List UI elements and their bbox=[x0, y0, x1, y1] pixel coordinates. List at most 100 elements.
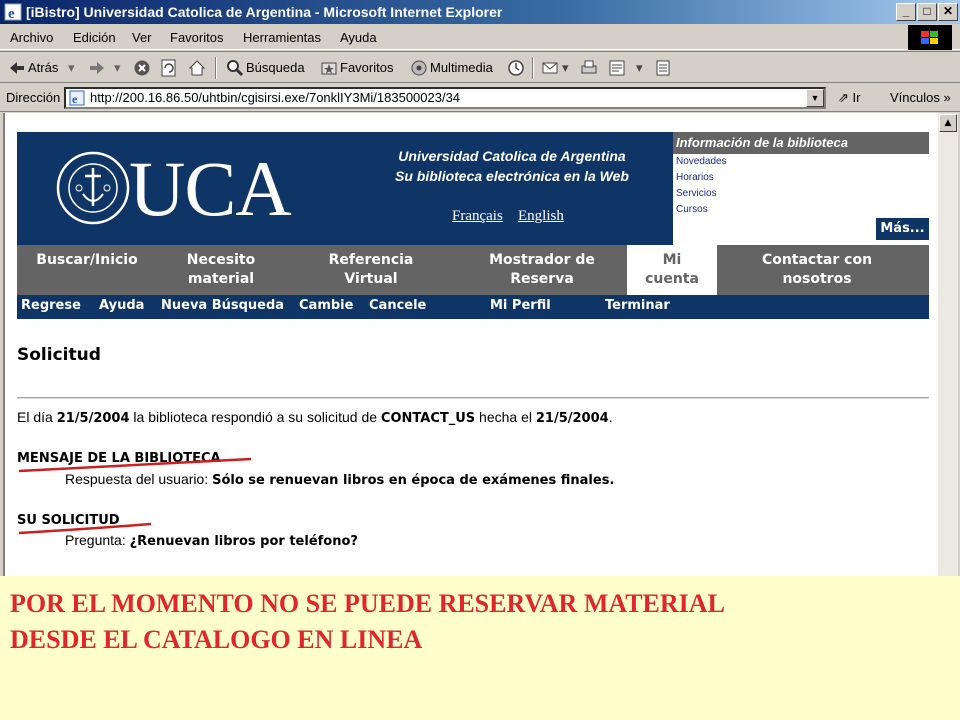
request-date: 21/5/2004 bbox=[535, 411, 609, 426]
stop-icon[interactable] bbox=[133, 59, 151, 77]
menu-ver[interactable]: Ver bbox=[132, 30, 152, 45]
window-title: [iBistro] Universidad Catolica de Argent… bbox=[26, 4, 503, 20]
text-fragment: . bbox=[608, 409, 613, 425]
discuss-icon[interactable] bbox=[654, 59, 672, 77]
back-arrow-icon[interactable] bbox=[8, 59, 26, 77]
refresh-icon[interactable] bbox=[160, 59, 178, 77]
toolbar: Atrás ▾ ▾ Búsqueda Favoritos Multimedia … bbox=[0, 51, 960, 83]
links-button[interactable]: Vínculos » bbox=[890, 90, 951, 105]
note-line: DESDE EL CATALOGO EN LINEA bbox=[10, 625, 423, 654]
response-summary: El día 21/5/2004 la biblioteca respondió… bbox=[17, 409, 613, 426]
menu-favoritos[interactable]: Favoritos bbox=[170, 30, 223, 45]
nav-necesito-material[interactable]: Necesito material bbox=[157, 245, 285, 295]
nav-label: Mostrador de bbox=[489, 252, 595, 268]
minimize-button[interactable]: _ bbox=[896, 3, 916, 21]
edit-dropdown-icon[interactable]: ▾ bbox=[636, 60, 643, 76]
subnav-cambie[interactable]: Cambie bbox=[299, 298, 353, 313]
main-nav: Buscar/Inicio Necesito material Referenci… bbox=[17, 245, 929, 295]
favorites-button[interactable]: Favoritos bbox=[340, 60, 393, 75]
subnav-ayuda[interactable]: Ayuda bbox=[99, 298, 144, 313]
nav-mi-cuenta[interactable]: Mi cuenta bbox=[627, 245, 717, 295]
subnav-mi-perfil[interactable]: Mi Perfil bbox=[490, 298, 551, 313]
link-cursos[interactable]: Cursos bbox=[676, 204, 708, 215]
mail-icon[interactable] bbox=[542, 59, 560, 77]
maximize-button[interactable]: □ bbox=[917, 3, 937, 21]
go-arrow-icon: ⇗ bbox=[838, 90, 849, 105]
forward-dropdown-icon[interactable]: ▾ bbox=[114, 60, 121, 76]
menu-archivo[interactable]: Archivo bbox=[10, 30, 53, 45]
sub-nav: Regrese Ayuda Nueva Búsqueda Cambie Canc… bbox=[17, 295, 929, 319]
menu-herramientas[interactable]: Herramientas bbox=[243, 30, 321, 45]
links-chevron-icon: » bbox=[943, 90, 951, 105]
close-button[interactable]: ✕ bbox=[938, 3, 958, 21]
annotation-note: POR EL MOMENTO NO SE PUEDE RESERVAR MATE… bbox=[0, 576, 960, 720]
library-tagline: Su biblioteca electrónica en la Web bbox=[395, 168, 629, 184]
nav-label: Necesito bbox=[186, 252, 256, 268]
toolbar-separator bbox=[532, 57, 534, 79]
menu-ayuda[interactable]: Ayuda bbox=[340, 30, 377, 45]
browser-window: e [iBistro] Universidad Catolica de Arge… bbox=[0, 0, 960, 720]
svg-text:e: e bbox=[8, 6, 15, 21]
search-button[interactable]: Búsqueda bbox=[246, 60, 305, 75]
page-title: Solicitud bbox=[17, 345, 101, 365]
subnav-cancele[interactable]: Cancele bbox=[369, 298, 426, 313]
address-dropdown-icon[interactable]: ▼ bbox=[806, 89, 824, 107]
library-info-heading: Información de la biblioteca bbox=[673, 132, 929, 154]
nav-label: Referencia bbox=[328, 252, 414, 268]
menu-edicion[interactable]: Edición bbox=[73, 30, 116, 45]
address-input[interactable]: e http://200.16.86.50/uhtbin/cgisirsi.ex… bbox=[64, 87, 826, 109]
uca-logo: UCA bbox=[129, 145, 292, 232]
multimedia-button[interactable]: Multimedia bbox=[430, 60, 493, 75]
go-button[interactable]: ⇗ Ir bbox=[838, 90, 860, 106]
windows-logo bbox=[908, 25, 952, 50]
back-dropdown-icon[interactable]: ▾ bbox=[68, 60, 75, 76]
svg-text:e: e bbox=[72, 92, 78, 106]
nav-label: Virtual bbox=[344, 271, 398, 287]
lang-english-link[interactable]: English bbox=[518, 208, 564, 225]
link-horarios[interactable]: Horarios bbox=[676, 172, 714, 183]
nav-label: Contactar con bbox=[761, 252, 873, 268]
library-message: Respuesta del usuario: Sólo se renuevan … bbox=[65, 471, 614, 488]
ie-icon: e bbox=[4, 3, 22, 21]
search-icon[interactable] bbox=[226, 59, 244, 77]
back-button[interactable]: Atrás bbox=[28, 60, 58, 75]
nav-label: Reserva bbox=[510, 271, 574, 287]
title-bar: e [iBistro] Universidad Catolica de Arge… bbox=[0, 0, 960, 24]
print-icon[interactable] bbox=[580, 59, 598, 77]
forward-arrow-icon[interactable] bbox=[88, 59, 106, 77]
text-fragment: la biblioteca respondió a su solicitud d… bbox=[133, 409, 378, 425]
favorites-icon[interactable] bbox=[320, 59, 338, 77]
nav-mostrador-reserva[interactable]: Mostrador de Reserva bbox=[457, 245, 627, 295]
multimedia-icon[interactable] bbox=[410, 59, 428, 77]
link-novedades[interactable]: Novedades bbox=[676, 156, 727, 167]
toolbar-separator bbox=[215, 57, 217, 79]
divider bbox=[17, 397, 929, 399]
address-bar: Dirección e http://200.16.86.50/uhtbin/c… bbox=[0, 84, 960, 112]
library-info-panel: Información de la biblioteca Novedades H… bbox=[673, 132, 929, 245]
your-request: Pregunta: ¿Renuevan libros por teléfono? bbox=[65, 532, 358, 549]
text-fragment: El día bbox=[17, 409, 53, 425]
question-label: Pregunta: bbox=[65, 532, 126, 548]
history-icon[interactable] bbox=[507, 59, 525, 77]
message-label: Respuesta del usuario: bbox=[65, 471, 209, 487]
vertical-scrollbar[interactable]: ▲ bbox=[938, 113, 958, 576]
university-name: Universidad Catolica de Argentina bbox=[398, 148, 626, 164]
subnav-nueva-busqueda[interactable]: Nueva Búsqueda bbox=[161, 298, 284, 313]
nav-contactar[interactable]: Contactar con nosotros bbox=[717, 245, 917, 295]
subnav-regrese[interactable]: Regrese bbox=[21, 298, 81, 313]
nav-buscar-inicio[interactable]: Buscar/Inicio bbox=[17, 245, 157, 295]
address-label: Dirección bbox=[6, 90, 61, 105]
question-text: ¿Renuevan libros por teléfono? bbox=[129, 534, 358, 549]
lang-french-link[interactable]: Français bbox=[452, 208, 503, 225]
go-label: Ir bbox=[852, 90, 861, 105]
home-icon[interactable] bbox=[188, 59, 206, 77]
link-servicios[interactable]: Servicios bbox=[676, 188, 717, 199]
mail-dropdown-icon[interactable]: ▾ bbox=[562, 60, 569, 76]
text-fragment: hecha el bbox=[479, 409, 532, 425]
subnav-terminar[interactable]: Terminar bbox=[605, 298, 670, 313]
edit-icon[interactable] bbox=[608, 59, 626, 77]
nav-referencia-virtual[interactable]: Referencia Virtual bbox=[285, 245, 457, 295]
more-link[interactable]: Más... bbox=[876, 218, 929, 240]
scroll-up-icon[interactable]: ▲ bbox=[939, 114, 957, 132]
note-text: POR EL MOMENTO NO SE PUEDE RESERVAR MATE… bbox=[10, 586, 950, 658]
